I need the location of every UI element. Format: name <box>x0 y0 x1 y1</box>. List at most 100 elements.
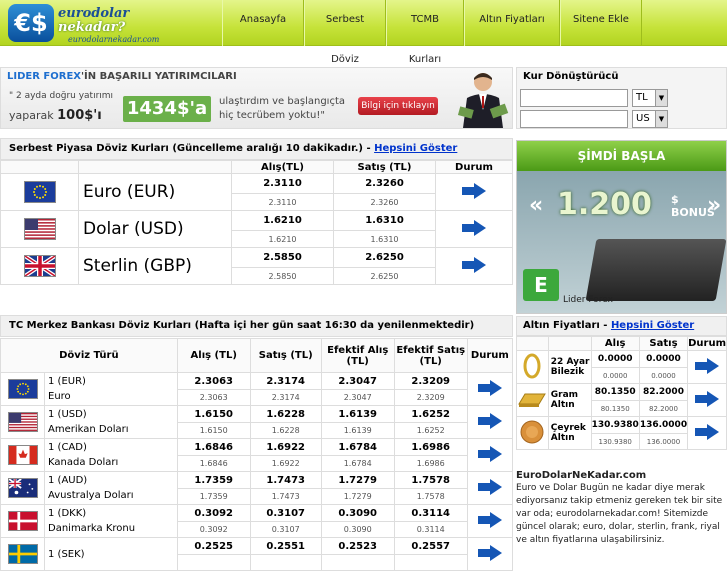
arrow-right-icon[interactable] <box>477 412 502 429</box>
nav-anasayfa[interactable]: Anasayfa <box>222 0 304 46</box>
chevron-down-icon: ▼ <box>655 90 667 106</box>
start-now-button[interactable]: ŞİMDİ BAŞLA <box>517 141 726 171</box>
arrow-right-icon[interactable] <box>477 544 502 561</box>
buy-value-secondary: 2.5850 <box>231 267 334 285</box>
arrow-right-icon[interactable] <box>477 478 502 495</box>
currency-converter: Kur Dönüştürücü ▼ TL ▼ US <box>516 67 727 129</box>
main-nav: Anasayfa Serbest Döviz TCMB Kurları Altı… <box>222 0 642 65</box>
buy-value: 2.5850 <box>231 247 334 268</box>
buy-value-secondary <box>176 554 251 571</box>
ad-brand: LIDER FOREX'İN BAŞARILI YATIRIMCILARI <box>7 71 237 82</box>
eff-sell-value: 1.6252 <box>393 405 468 423</box>
converter-from-input[interactable] <box>520 89 628 107</box>
tcmb-eff-buy-header: Efektif Alış (TL) <box>320 338 395 373</box>
businessman-image <box>457 73 509 128</box>
arrow-right-icon[interactable] <box>477 511 502 528</box>
flag-dk-icon <box>7 511 38 531</box>
flag-us-icon <box>7 412 38 432</box>
ad-cta-button[interactable]: Bilgi için tıklayın <box>358 97 438 115</box>
arrow-right-icon[interactable] <box>695 357 720 374</box>
gold-sell-header: Satış <box>638 336 689 351</box>
buy-value-secondary: 2.3063 <box>176 389 251 406</box>
table-row: Euro (EUR) 2.3110 2.3260 <box>0 173 513 211</box>
converter-title: Kur Dönüştürücü <box>523 71 619 82</box>
converter-to-input[interactable] <box>520 110 628 128</box>
tcmb-table: Döviz Türü Alış (TL) Satış (TL) Efektif … <box>0 338 514 571</box>
table-row: 22 Ayar Bilezik 0.0000 0.0000 <box>516 350 727 384</box>
gold-buy-value-secondary: 130.9380 <box>590 433 640 450</box>
sell-value: 1.6922 <box>249 438 322 456</box>
ad-quote: ulaştırdım ve başlangıçta hiç tecrübem yo… <box>219 95 345 123</box>
buy-value-secondary: 0.3092 <box>176 521 251 538</box>
nav-serbest-doviz[interactable]: Serbest Döviz <box>304 0 386 65</box>
arrow-right-icon[interactable] <box>462 256 486 273</box>
gold-title-text: Altın Fiyatları - <box>523 320 611 331</box>
sell-value-secondary: 2.3174 <box>249 389 322 406</box>
currency-type-header: Döviz Türü <box>0 338 178 373</box>
nav-sitene-ekle[interactable]: Sitene Ekle <box>560 0 642 46</box>
free-market-show-all-link[interactable]: Hepsini Göster <box>374 143 457 154</box>
currency-code: 1 (CAD) <box>48 442 87 453</box>
sell-value-secondary: 1.6228 <box>249 422 322 439</box>
gold-name-header <box>547 336 592 351</box>
flag-header <box>0 160 79 174</box>
arrow-right-icon[interactable] <box>462 182 486 199</box>
arrow-right-icon[interactable] <box>695 423 720 440</box>
eff-sell-value-secondary <box>393 554 468 571</box>
bonus-promo-banner[interactable]: ŞİMDİ BAŞLA « 1.200 $ BONUS » E Lider For… <box>516 140 727 314</box>
logo-mark: €$ <box>8 4 54 42</box>
flag-ca-icon <box>7 445 38 465</box>
eff-sell-value-secondary: 1.6252 <box>393 422 468 439</box>
table-row: Çeyrek Altın 130.9380 136.0000 <box>516 416 727 450</box>
converter-from-currency: TL <box>636 92 648 103</box>
arrow-right-icon[interactable] <box>477 379 502 396</box>
table-row: Gram Altın 80.1350 82.2000 <box>516 383 727 417</box>
sell-value: 0.3107 <box>249 504 322 522</box>
sell-value-secondary: 1.6922 <box>249 455 322 472</box>
nav-altin-fiyatlari[interactable]: Altın Fiyatları <box>464 0 560 46</box>
converter-to-select[interactable]: ▼ US <box>632 110 668 128</box>
tcmb-sell-header: Satış (TL) <box>249 338 322 373</box>
buy-value: 2.3063 <box>176 372 251 390</box>
nav-tcmb-kurlari[interactable]: TCMB Kurları <box>386 0 464 65</box>
currency-name: Sterlin (GBP) <box>78 247 232 285</box>
currency-code: 1 (USD) <box>48 409 87 420</box>
flag-se-icon <box>7 544 38 564</box>
logo-text-1: eurodolar <box>58 6 130 21</box>
site-logo[interactable]: €$ eurodolar nekadar? eurodolarnekadar.c… <box>8 4 160 44</box>
buy-value: 2.3110 <box>231 173 334 194</box>
currency-code: 1 (EUR) <box>48 376 86 387</box>
laptop-image <box>585 239 726 301</box>
buy-value-secondary: 1.6150 <box>176 422 251 439</box>
site-header: €$ eurodolar nekadar? eurodolarnekadar.c… <box>0 0 727 65</box>
eff-buy-value-secondary: 1.7279 <box>320 488 395 505</box>
eff-buy-value: 1.6139 <box>320 405 395 423</box>
gold-title: Altın Fiyatları - Hepsini Göster <box>516 316 727 336</box>
arrow-right-icon[interactable] <box>695 390 720 407</box>
flag-eu-icon <box>23 181 56 203</box>
gold-show-all-link[interactable]: Hepsini Göster <box>611 320 694 331</box>
buy-value: 1.6210 <box>231 210 334 231</box>
chevron-left-icon: « <box>529 193 544 218</box>
currency-code: 1 (DKK) <box>48 508 87 519</box>
forex-ad-banner[interactable]: LIDER FOREX'İN BAŞARILI YATIRIMCILARI " … <box>0 67 513 129</box>
converter-from-select[interactable]: ▼ TL <box>632 89 668 107</box>
ad-brand-name: LIDER FOREX <box>7 71 81 82</box>
logo-text-3: eurodolarnekadar.com <box>68 35 160 44</box>
currency-name: Danimarka Kronu <box>48 523 136 534</box>
currency-name: Euro (EUR) <box>78 173 232 211</box>
eff-buy-value: 1.7279 <box>320 471 395 489</box>
eff-sell-value: 2.3209 <box>393 372 468 390</box>
currency-name: Kanada Doları <box>48 457 119 468</box>
gold-name: Gram Altın <box>547 383 592 417</box>
gold-table: Alış Satış Durum 22 Ayar Bilezik 0.0000 … <box>516 336 727 450</box>
table-row: 1 (CAD) Kanada Doları 1.6846 1.6922 1.678… <box>0 438 514 472</box>
arrow-right-icon[interactable] <box>477 445 502 462</box>
ad-amount: 1434$'a <box>123 96 211 122</box>
arrow-right-icon[interactable] <box>462 219 486 236</box>
gold-coin-icon <box>520 420 544 443</box>
buy-value-secondary: 1.6210 <box>231 230 334 248</box>
gold-name: Çeyrek Altın <box>547 416 592 450</box>
lider-forex-logo: E <box>523 269 559 301</box>
eff-sell-value-secondary: 2.3209 <box>393 389 468 406</box>
